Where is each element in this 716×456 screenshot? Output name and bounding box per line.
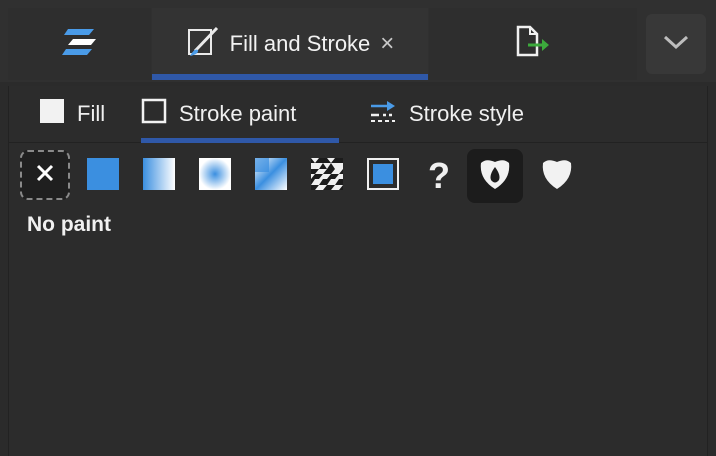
dock-menu-button[interactable] — [646, 14, 706, 74]
chevron-down-icon — [662, 33, 690, 56]
fill-rule-evenodd-icon — [478, 157, 512, 196]
unset-paint-button[interactable]: ? — [413, 150, 465, 202]
close-tab-icon[interactable]: × — [380, 30, 394, 58]
pattern-button[interactable] — [301, 150, 353, 202]
unset-paint-icon: ? — [428, 155, 450, 196]
linear-gradient-icon — [143, 157, 175, 195]
tab-export[interactable] — [429, 8, 637, 80]
active-subtab-indicator — [141, 138, 339, 143]
subtab-fill[interactable]: Fill — [39, 86, 105, 142]
radial-gradient-icon — [199, 157, 231, 195]
align-distribute-icon — [61, 25, 98, 64]
subtab-stroke-paint[interactable]: Stroke paint — [141, 86, 296, 142]
tab-title: Fill and Stroke — [229, 31, 371, 56]
subtab-stroke-style[interactable]: Stroke style — [369, 86, 524, 142]
active-tab-indicator — [152, 74, 428, 80]
radial-gradient-button[interactable] — [189, 150, 241, 202]
fill-rule-evenodd-button[interactable] — [467, 149, 523, 203]
flat-color-button[interactable] — [77, 150, 129, 202]
subtab-label: Stroke paint — [179, 101, 297, 126]
no-paint-button[interactable] — [20, 150, 70, 200]
export-icon — [514, 25, 552, 64]
dock-tab-bar: Fill and Stroke × — [0, 0, 716, 82]
fill-swatch-icon — [39, 98, 65, 130]
swatch-icon — [367, 157, 399, 195]
tab-fill-and-stroke[interactable]: Fill and Stroke × — [152, 8, 428, 80]
pattern-icon — [311, 157, 343, 195]
flat-color-icon — [87, 157, 119, 195]
mesh-gradient-icon — [255, 157, 287, 195]
fill-rule-nonzero-button[interactable] — [531, 150, 583, 202]
stroke-style-icon — [369, 97, 397, 131]
paint-mode-bar: ? — [19, 149, 699, 206]
stroke-swatch-icon — [141, 98, 167, 130]
linear-gradient-button[interactable] — [133, 150, 185, 202]
subtab-label: Fill — [77, 101, 106, 126]
subtab-label: Stroke style — [409, 101, 524, 126]
fill-rule-nonzero-icon — [540, 157, 574, 196]
no-paint-icon — [35, 163, 55, 188]
swatch-button[interactable] — [357, 150, 409, 202]
paint-status-label: No paint — [27, 213, 111, 236]
subtab-bar: Fill Stroke paint Stroke style — [9, 86, 707, 143]
fill-and-stroke-icon — [186, 25, 220, 64]
fill-and-stroke-panel: Fill Stroke paint Stroke style ? No pain… — [8, 86, 708, 456]
mesh-gradient-button[interactable] — [245, 150, 297, 202]
tab-align-distribute[interactable] — [8, 8, 151, 80]
